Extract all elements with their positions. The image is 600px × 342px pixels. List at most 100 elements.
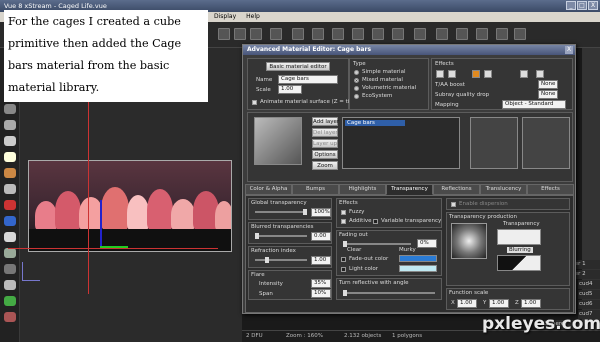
type-radio-volumetric[interactable] [354, 86, 359, 91]
rock-icon[interactable] [332, 28, 344, 40]
slider-knob[interactable] [255, 233, 259, 239]
name-field[interactable]: Cage bars [278, 75, 338, 84]
layer-item[interactable]: cud4 [578, 280, 600, 289]
turn-reflective-slider[interactable] [343, 290, 435, 296]
blurring-thumbnail[interactable] [497, 255, 541, 271]
blurred-field[interactable]: 0.00 [311, 232, 331, 241]
torus-tool-icon[interactable] [4, 184, 16, 194]
fade-color-checkbox[interactable] [341, 257, 346, 262]
slider-knob[interactable] [303, 209, 307, 215]
plant-icon[interactable] [312, 28, 324, 40]
atmosphere-icon[interactable] [436, 28, 448, 40]
add-effect-icon[interactable] [436, 70, 444, 78]
span-field[interactable]: 10% [311, 289, 331, 298]
tab-effects[interactable]: Effects [527, 184, 574, 195]
add-layer-button[interactable]: Add layer [312, 117, 339, 126]
render-icon[interactable] [218, 28, 230, 40]
tab-color-alpha[interactable]: Color & Alpha [245, 184, 292, 195]
type-radio-mixed[interactable] [354, 78, 359, 83]
intensity-field[interactable]: 35% [311, 279, 331, 288]
rock-tool-icon[interactable] [4, 104, 16, 114]
slider-knob[interactable] [265, 257, 269, 263]
scale-y-field[interactable]: 1.00 [489, 299, 509, 308]
maximize-button[interactable]: □ [577, 1, 587, 10]
move-gizmo-z-icon[interactable] [100, 200, 102, 248]
text-tool-icon[interactable] [4, 312, 16, 322]
options-button[interactable]: Options [312, 150, 338, 159]
terrain-icon[interactable] [292, 28, 304, 40]
sphere-tool-icon[interactable] [4, 136, 16, 146]
type-radio-simple[interactable] [354, 70, 359, 75]
global-transparency-slider[interactable] [255, 209, 307, 215]
tab-reflections[interactable]: Reflections [433, 184, 480, 195]
layer-item[interactable]: cud6 [578, 300, 600, 309]
additive-checkbox[interactable] [341, 219, 346, 224]
sphere-icon[interactable] [372, 28, 384, 40]
material-icon[interactable] [270, 28, 282, 40]
group-tool-icon[interactable] [4, 280, 16, 290]
tab-highlights[interactable]: Highlights [339, 184, 386, 195]
wind-effect-icon[interactable] [484, 70, 492, 78]
layer-up-button[interactable]: Layer up [312, 139, 338, 148]
dialog-close-button[interactable]: X [565, 46, 573, 54]
del-layer-button[interactable]: Del layer [312, 128, 338, 137]
move-gizmo-x-icon[interactable] [100, 246, 128, 248]
particle-effect-icon[interactable] [536, 70, 544, 78]
light-color-swatch[interactable] [399, 265, 437, 272]
material-preview[interactable] [254, 117, 302, 165]
enable-dispersion-checkbox[interactable] [451, 202, 456, 207]
scale-x-field[interactable]: 1.00 [457, 299, 477, 308]
alpha-tool-icon[interactable] [4, 200, 16, 210]
layer-preview-1[interactable] [470, 117, 518, 169]
cube-tool-icon[interactable] [4, 120, 16, 130]
mapping-select[interactable]: Object - Standard [502, 100, 566, 109]
refraction-slider[interactable] [255, 257, 307, 263]
tab-translucency[interactable]: Translucency [480, 184, 527, 195]
fading-field[interactable]: 0% [417, 239, 437, 248]
tab-transparency[interactable]: Transparency [386, 184, 433, 195]
fuzzy-checkbox[interactable] [341, 210, 346, 215]
tia-field[interactable]: None [538, 80, 558, 89]
zoom-button[interactable]: Zoom [312, 161, 338, 170]
subray-field[interactable]: None [538, 90, 558, 99]
basic-editor-button[interactable]: Basic material editor [266, 62, 330, 71]
ecosystem-tool-icon[interactable] [4, 296, 16, 306]
cone-tool-icon[interactable] [4, 168, 16, 178]
transparency-thumbnail[interactable] [497, 229, 541, 245]
minimize-button[interactable]: _ [566, 1, 576, 10]
menu-help[interactable]: Help [246, 13, 260, 21]
animation-icon[interactable] [456, 28, 468, 40]
layer-item-cage-bars[interactable]: Cage bars [345, 120, 405, 126]
cube-icon[interactable] [352, 28, 364, 40]
type-radio-ecosystem[interactable] [354, 94, 359, 99]
layer-item[interactable]: cud5 [578, 290, 600, 299]
help-icon[interactable] [514, 28, 526, 40]
scale-z-field[interactable]: 1.00 [521, 299, 541, 308]
highlight-effect-icon[interactable] [472, 70, 480, 78]
scale-field[interactable]: 1.00 [278, 85, 302, 94]
camera-tool-icon[interactable] [4, 264, 16, 274]
refraction-field[interactable]: 1.00 [311, 256, 331, 265]
camera-icon[interactable] [234, 28, 246, 40]
close-button[interactable]: X [588, 1, 598, 10]
global-transparency-field[interactable]: 100% [311, 208, 331, 217]
cloud-icon[interactable] [414, 28, 426, 40]
light-tool-icon[interactable] [4, 152, 16, 162]
menu-display[interactable]: Display [214, 13, 236, 21]
blurred-slider[interactable] [255, 233, 307, 239]
fading-slider[interactable] [343, 241, 411, 247]
transparency-cube-preview[interactable] [451, 223, 487, 259]
water-tool-icon[interactable] [4, 216, 16, 226]
layer-preview-2[interactable] [522, 117, 570, 169]
person-effect-icon[interactable] [520, 70, 528, 78]
fractal-effect-icon[interactable] [448, 70, 456, 78]
light-color-checkbox[interactable] [341, 267, 346, 272]
animate-checkbox[interactable] [252, 100, 257, 105]
pyramid-tool-icon[interactable] [4, 248, 16, 258]
water-icon[interactable] [392, 28, 404, 40]
timeline-icon[interactable] [476, 28, 488, 40]
settings-icon[interactable] [496, 28, 508, 40]
tab-bumps[interactable]: Bumps [292, 184, 339, 195]
variable-transparency-checkbox[interactable] [373, 219, 378, 224]
fade-color-swatch[interactable] [399, 255, 437, 262]
